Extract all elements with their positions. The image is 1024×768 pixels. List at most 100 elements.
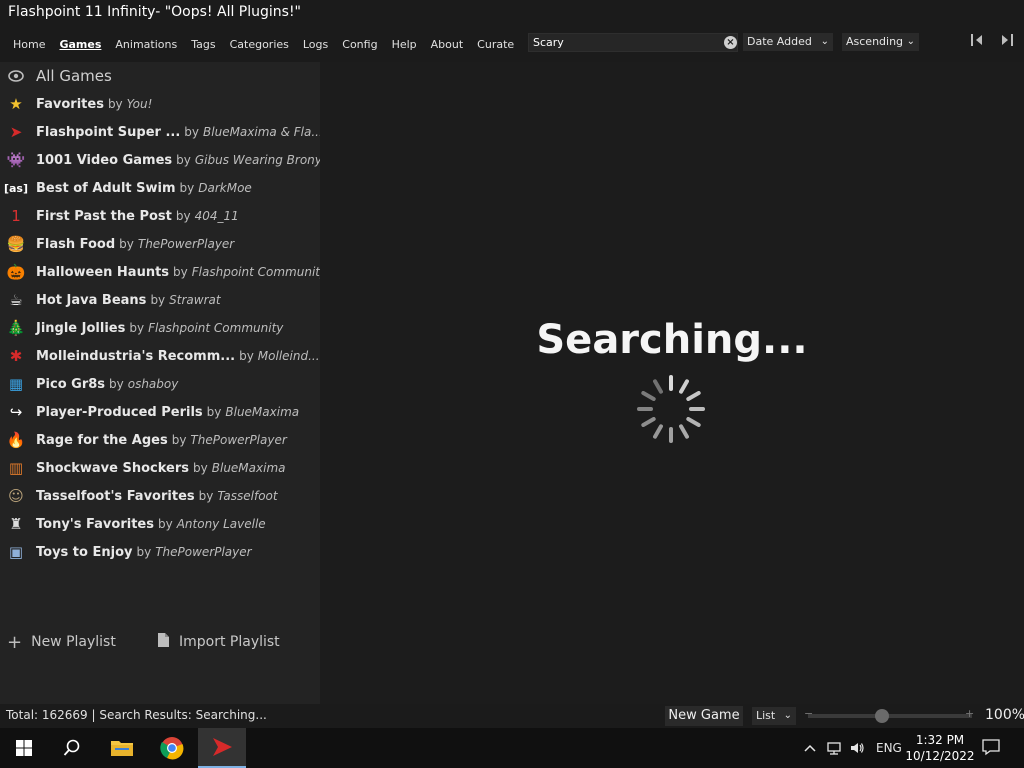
playlist-item[interactable]: 👾 1001 Video Games by Gibus Wearing Brony (0, 146, 320, 174)
playlist-by-label: by (198, 489, 214, 503)
nav-games[interactable]: Games (52, 31, 108, 59)
playlist-by-label: by (157, 517, 173, 531)
chevron-down-icon: ⌄ (820, 36, 829, 47)
playlist-author: BlueMaxima (211, 461, 286, 475)
playlist-by-label: by (107, 97, 123, 111)
tasselfoot-avatar-icon: ☺ (8, 487, 24, 505)
scale-slider-track[interactable] (808, 714, 972, 718)
playlist-by-label: by (179, 181, 195, 195)
toggle-left-sidebar-icon[interactable] (969, 32, 987, 52)
playlist-item[interactable]: ☺ Tasselfoot's Favorites by Tasselfoot (0, 482, 320, 510)
playlist-item[interactable]: ♜ Tony's Favorites by Antony Lavelle (0, 510, 320, 538)
import-playlist-label: Import Playlist (179, 634, 280, 650)
new-playlist-button[interactable]: + New Playlist (7, 632, 116, 653)
playlist-item[interactable]: ▦ Pico Gr8s by oshaboy (0, 370, 320, 398)
sort-order-value: Ascending (846, 35, 904, 48)
notification-icon[interactable] (982, 738, 1002, 758)
file-icon (157, 632, 170, 653)
nav-curate[interactable]: Curate (470, 31, 521, 59)
playlist-by-label: by (239, 349, 254, 363)
playlist-item[interactable]: 🔥 Rage for the Ages by ThePowerPlayer (0, 426, 320, 454)
nav-about[interactable]: About (424, 31, 471, 59)
sort-by-select[interactable]: Date Added ⌄ (743, 33, 833, 51)
shockwave-icon: ▥ (8, 459, 24, 477)
playlist-author: ThePowerPlayer (155, 545, 252, 559)
nav-animations[interactable]: Animations (108, 31, 184, 59)
playlist-author: Gibus Wearing Brony (194, 153, 320, 167)
nav-logs[interactable]: Logs (296, 31, 335, 59)
playlist-item[interactable]: 1 First Past the Post by 404_11 (0, 202, 320, 230)
coffee-cup-icon: ☕ (9, 291, 23, 309)
taskbar-clock[interactable]: 1:32 PM 10/12/2022 (904, 732, 976, 764)
playlist-author: BlueMaxima (225, 405, 300, 419)
search-icon[interactable] (48, 728, 96, 768)
playlist-by-label: by (150, 293, 166, 307)
playlist-author: Tasselfoot (217, 489, 278, 503)
nav-config[interactable]: Config (335, 31, 384, 59)
chrome-icon[interactable] (148, 728, 196, 768)
playlist-item[interactable]: [as] Best of Adult Swim by DarkMoe (0, 174, 320, 202)
playlist-item[interactable]: ▥ Shockwave Shockers by BlueMaxima (0, 454, 320, 482)
flashpoint-logo-icon: ➤ (9, 123, 23, 141)
playlist-author: You! (126, 97, 153, 111)
playlist-title: First Past the Post (36, 208, 172, 224)
playlist-author: 404_11 (194, 209, 239, 223)
all-games-item[interactable]: All Games (0, 62, 320, 90)
playlist-author: Flashpoint Community (191, 265, 320, 279)
playlist-by-label: by (184, 125, 200, 139)
playlist-item[interactable]: ☕ Hot Java Beans by Strawrat (0, 286, 320, 314)
clear-icon[interactable]: × (724, 36, 737, 49)
playlist-author: oshaboy (127, 377, 179, 391)
clock-time: 1:32 PM (915, 733, 965, 747)
import-playlist-button[interactable]: Import Playlist (157, 632, 280, 653)
playlist-item[interactable]: ★ Favorites by You! (0, 90, 320, 118)
playlist-by-label: by (206, 405, 222, 419)
tray-chevron-up-icon[interactable] (803, 728, 817, 768)
nav-home[interactable]: Home (6, 31, 52, 59)
person-silhouette-icon: ♜ (9, 515, 23, 533)
chevron-down-icon: ⌄ (783, 710, 792, 721)
playlist-author: BlueMaxima & Fla... (203, 125, 320, 139)
playlist-item[interactable]: ↪ Player-Produced Perils by BlueMaxima (0, 398, 320, 426)
scale-increase-button[interactable]: + (965, 707, 974, 720)
search-input[interactable]: Scary (528, 33, 738, 52)
playlist-title: Tony's Favorites (36, 516, 154, 532)
main-nav: Home Games Animations Tags Categories Lo… (6, 28, 521, 62)
playlist-author: DarkMoe (198, 181, 252, 195)
sort-order-select[interactable]: Ascending ⌄ (842, 33, 919, 51)
windows-start-icon[interactable] (0, 728, 48, 768)
fire-icon: 🔥 (6, 431, 26, 449)
playlist-author: Antony Lavelle (176, 517, 266, 531)
playlist-item[interactable]: 🍔 Flash Food by ThePowerPlayer (0, 230, 320, 258)
plus-icon: + (7, 631, 23, 653)
all-games-label: All Games (36, 67, 112, 85)
network-icon[interactable] (826, 728, 842, 768)
toggle-right-sidebar-icon[interactable] (997, 32, 1015, 52)
layout-select[interactable]: List ⌄ (752, 707, 796, 725)
scale-slider-thumb[interactable] (874, 709, 889, 723)
playlist-title: Pico Gr8s (36, 376, 106, 392)
flashpoint-taskbar-icon[interactable] (198, 728, 246, 768)
nav-help[interactable]: Help (385, 31, 424, 59)
nav-tags[interactable]: Tags (184, 31, 222, 59)
playlist-author: Molleind... (257, 349, 320, 363)
language-indicator[interactable]: ENG (876, 728, 902, 768)
playlist-by-label: by (171, 433, 187, 447)
playlist-title: Shockwave Shockers (36, 460, 190, 476)
nav-categories[interactable]: Categories (223, 31, 296, 59)
share-arrow-icon: ↪ (9, 403, 23, 421)
file-explorer-icon[interactable] (98, 728, 146, 768)
playlist-item[interactable]: 🎄 Jingle Jollies by Flashpoint Community (0, 314, 320, 342)
main-content: Searching... (320, 62, 1024, 704)
playlist-item[interactable]: 🎃 Halloween Haunts by Flashpoint Community (0, 258, 320, 286)
space-invader-icon: 👾 (6, 151, 26, 169)
playlist-item[interactable]: ✱ Molleindustria's Recomm... by Molleind... (0, 342, 320, 370)
volume-icon[interactable] (849, 728, 865, 768)
playlist-title: Molleindustria's Recomm... (36, 348, 236, 364)
playlist-item[interactable]: ➤ Flashpoint Super ... by BlueMaxima & Fla.… (0, 118, 320, 146)
star-icon: ★ (9, 95, 23, 113)
playlist-by-label: by (129, 321, 145, 335)
searching-text: Searching... (536, 317, 808, 363)
new-game-button[interactable]: New Game (665, 706, 743, 726)
playlist-item[interactable]: ▣ Toys to Enjoy by ThePowerPlayer (0, 538, 320, 566)
